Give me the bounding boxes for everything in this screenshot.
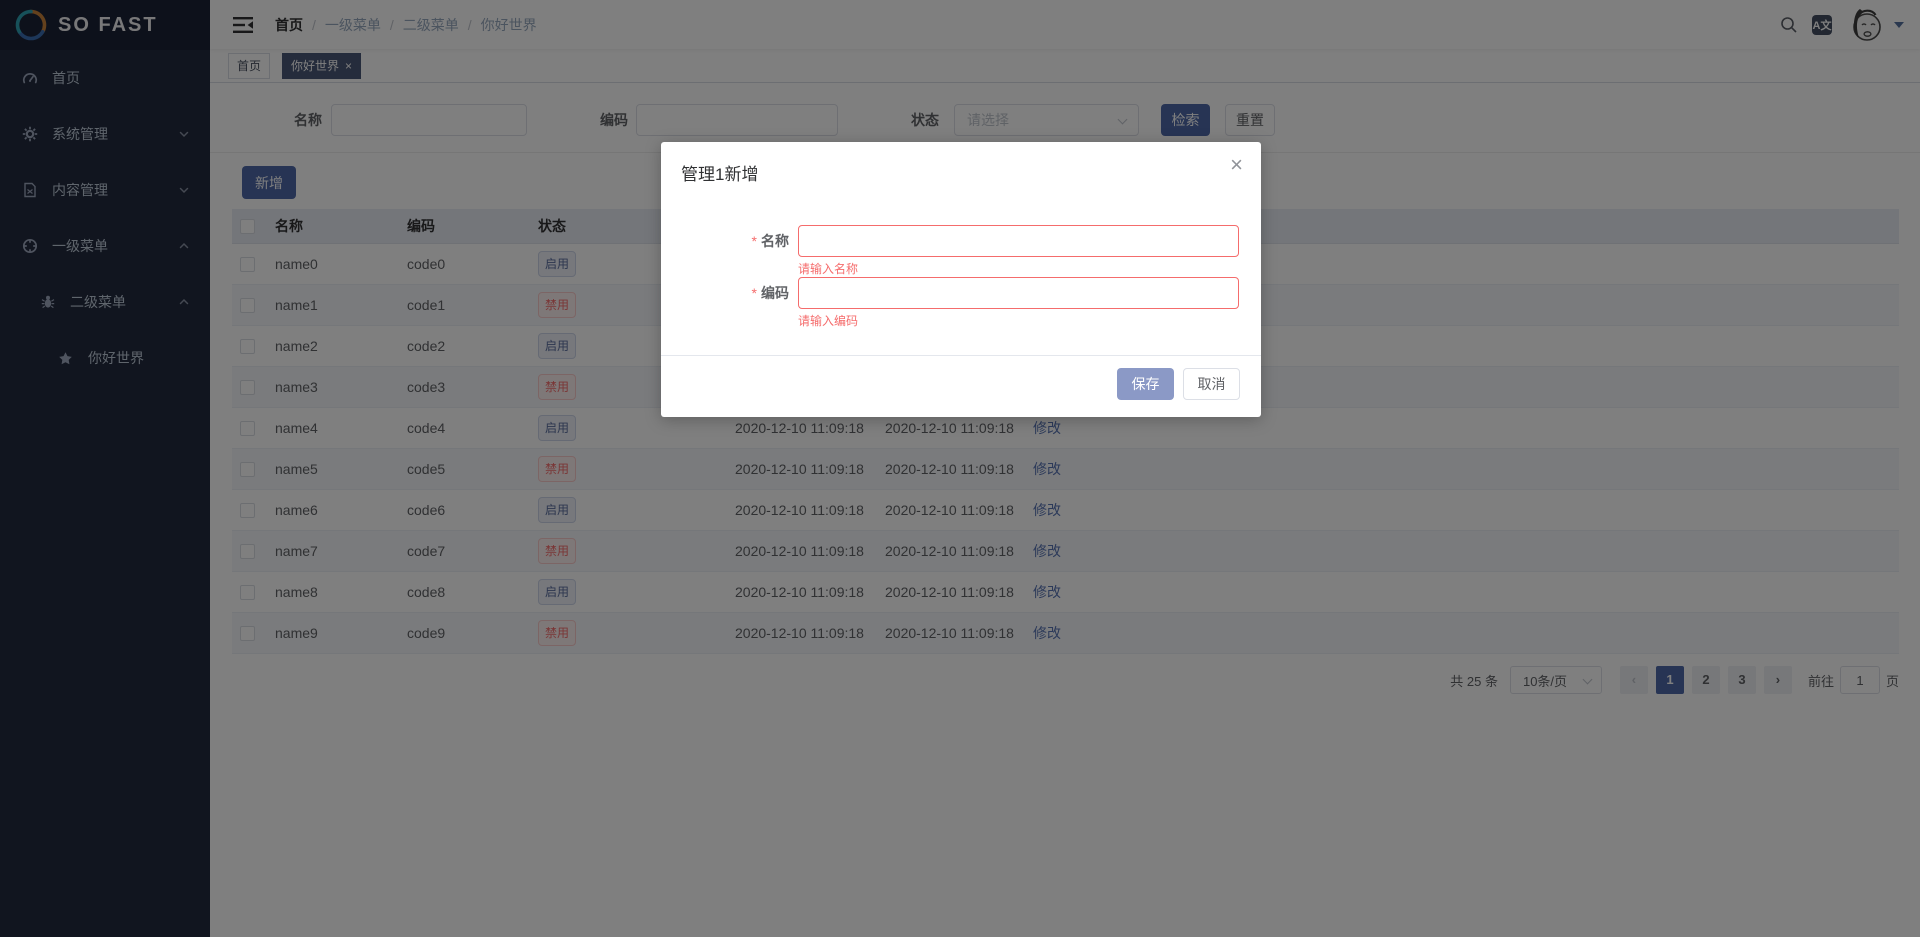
dialog-code-error: 请输入编码 (798, 312, 858, 329)
dialog-name-error: 请输入名称 (798, 260, 858, 277)
add-dialog: 管理1新增 × *名称 请输入名称 *编码 请输入编码 保存 取消 (661, 142, 1261, 417)
dialog-code-input[interactable] (798, 277, 1239, 309)
app-root: SO FAST 首页 系统管理 内容管理 一级菜单 二级菜单 你好世界 (0, 0, 1920, 937)
close-icon[interactable]: × (1230, 154, 1243, 176)
required-mark: * (752, 233, 757, 249)
modal-overlay[interactable] (0, 0, 1920, 937)
dialog-name-label: *名称 (661, 225, 789, 257)
dialog-name-input[interactable] (798, 225, 1239, 257)
divider (661, 355, 1261, 356)
cancel-button[interactable]: 取消 (1183, 368, 1240, 400)
dialog-title: 管理1新增 (681, 160, 758, 185)
dialog-code-label: *编码 (661, 277, 789, 309)
required-mark: * (752, 285, 757, 301)
save-button[interactable]: 保存 (1117, 368, 1174, 400)
